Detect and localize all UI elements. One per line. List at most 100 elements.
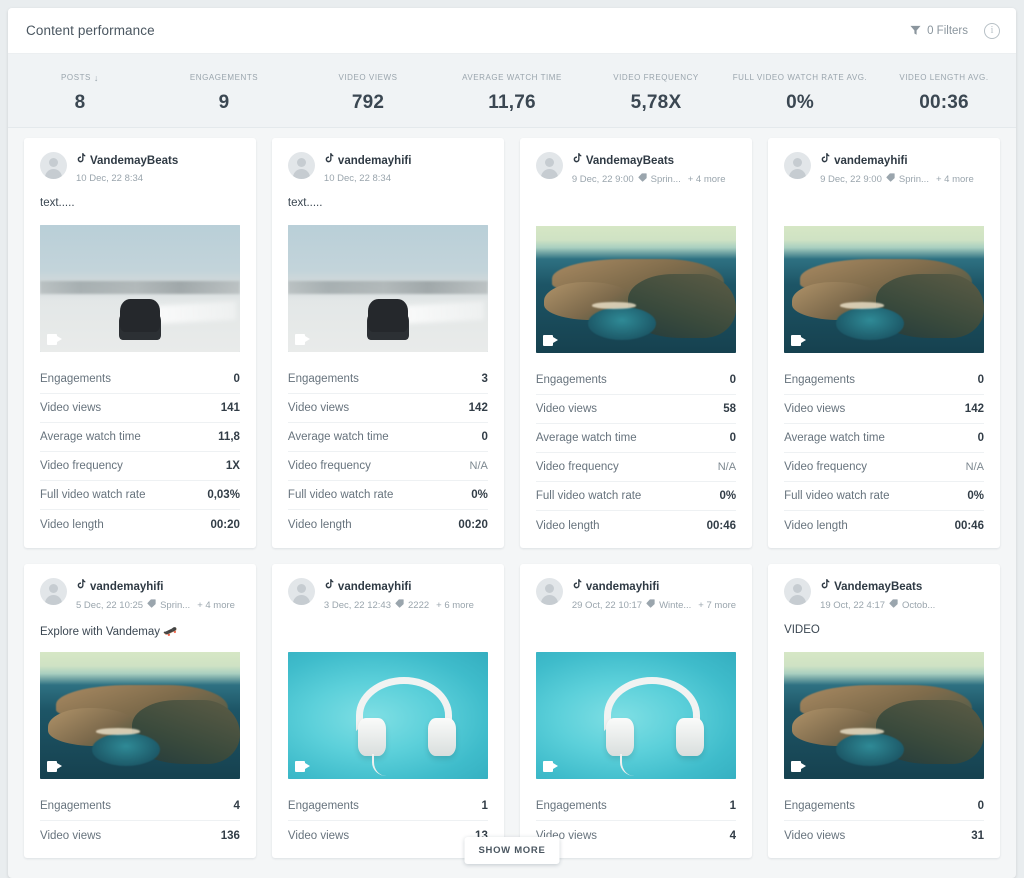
metric-row: Video views13 [288, 821, 488, 850]
video-thumbnail[interactable] [784, 652, 984, 779]
username[interactable]: VandemayBeats [834, 581, 922, 593]
content-card[interactable]: vandemayhifi10 Dec, 22 8:34text.....Enga… [272, 138, 504, 548]
username[interactable]: vandemayhifi [586, 581, 660, 593]
metric-value: 1X [226, 460, 240, 472]
more-tags-label[interactable]: + 4 more [688, 174, 726, 185]
more-tags-label[interactable]: + 6 more [436, 600, 474, 611]
metric-label: Video frequency [40, 460, 123, 472]
post-date: 29 Oct, 22 10:17 [572, 600, 642, 611]
username-row: VandemayBeats [572, 152, 736, 170]
kpi-label: VIDEO FREQUENCY [613, 73, 699, 82]
metric-row: Full video watch rate0% [784, 482, 984, 511]
metric-value: 00:20 [458, 519, 487, 531]
funnel-icon [910, 25, 921, 36]
card-header-text: vandemayhifi5 Dec, 22 10:25Sprin...+ 4 m… [76, 578, 240, 611]
video-thumbnail[interactable] [288, 652, 488, 779]
header-actions: 0 Filters i [908, 21, 1000, 41]
post-caption: text..... [40, 197, 240, 212]
more-tags-label[interactable]: + 4 more [936, 174, 974, 185]
metric-value: 0 [730, 432, 736, 444]
content-performance-panel: Content performance 0 Filters i POSTS↓8E… [8, 8, 1016, 878]
post-date: 10 Dec, 22 8:34 [324, 173, 391, 184]
video-thumbnail[interactable] [536, 226, 736, 353]
kpi-value: 5,78X [588, 92, 724, 114]
thumbnail-art [288, 652, 488, 779]
metric-label: Engagements [40, 373, 111, 385]
metric-label: Video views [784, 830, 845, 842]
metric-value: 00:46 [955, 520, 984, 532]
content-card[interactable]: VandemayBeats19 Oct, 22 4:17Octob...VIDE… [768, 564, 1000, 858]
kpi-2[interactable]: VIDEO VIEWS792 [296, 67, 440, 114]
kpi-label: FULL VIDEO WATCH RATE AVG. [733, 73, 868, 82]
metric-value: 1 [481, 800, 487, 812]
card-header-text: vandemayhifi 9 Dec, 22 9:00Sprin...+ 4 mo… [820, 152, 984, 185]
show-more-button[interactable]: SHOW MORE [465, 837, 560, 864]
video-thumbnail[interactable] [40, 225, 240, 352]
kpi-6[interactable]: VIDEO LENGTH AVG.00:36 [872, 67, 1016, 114]
card-metrics: Engagements1Video views4 [536, 792, 736, 850]
more-tags-label[interactable]: + 7 more [698, 600, 736, 611]
metric-label: Average watch time [784, 432, 885, 444]
card-metrics: Engagements1Video views13 [288, 792, 488, 850]
thumbnail-art [40, 652, 240, 779]
metric-value: 0 [730, 374, 736, 386]
username[interactable]: vandemayhifi [338, 581, 412, 593]
content-card[interactable]: VandemayBeats 10 Dec, 22 8:34 text..... Eng… [24, 138, 256, 548]
more-tags-label[interactable]: + 4 more [197, 600, 235, 611]
video-thumbnail[interactable] [536, 652, 736, 779]
video-thumbnail[interactable] [40, 652, 240, 779]
content-card[interactable]: vandemayhifi3 Dec, 22 12:432222+ 6 moreE… [272, 564, 504, 858]
content-grid: VandemayBeats 10 Dec, 22 8:34 text..... Eng… [24, 138, 1000, 858]
card-header: vandemayhifi 10 Dec, 22 8:34 [288, 152, 488, 184]
avatar [40, 578, 67, 605]
metric-value: 0% [967, 490, 984, 502]
metric-label: Engagements [288, 373, 359, 385]
video-camera-icon [543, 335, 558, 346]
thumbnail-art [40, 225, 240, 352]
metric-row: Video views142 [784, 395, 984, 424]
kpi-value: 0% [732, 92, 868, 114]
metric-row: Engagements0 [784, 792, 984, 821]
video-thumbnail[interactable] [784, 226, 984, 353]
content-card[interactable]: vandemayhifi 9 Dec, 22 9:00Sprin...+ 4 mo… [768, 138, 1000, 548]
metric-label: Video length [288, 519, 352, 531]
content-card[interactable]: vandemayhifi29 Oct, 22 10:17Winte...+ 7 … [520, 564, 752, 858]
post-meta: 9 Dec, 22 9:00Sprin...+ 4 more [820, 173, 984, 185]
kpi-strip: POSTS↓8ENGAGEMENTS9VIDEO VIEWS792AVERAGE… [8, 54, 1016, 128]
metric-value: N/A [966, 461, 984, 473]
video-thumbnail[interactable] [288, 225, 488, 352]
kpi-1[interactable]: ENGAGEMENTS9 [152, 67, 296, 114]
kpi-4[interactable]: VIDEO FREQUENCY 5,78X [584, 67, 728, 114]
metric-row: Engagements0 [536, 366, 736, 395]
username[interactable]: vandemayhifi [834, 155, 908, 167]
post-date: 3 Dec, 22 12:43 [324, 600, 391, 611]
metric-row: Video views142 [288, 394, 488, 423]
thumbnail-art [536, 652, 736, 779]
panel-header: Content performance 0 Filters i [8, 8, 1016, 54]
post-meta: 10 Dec, 22 8:34 [76, 173, 240, 184]
username[interactable]: vandemayhifi [338, 155, 412, 167]
metric-label: Engagements [536, 800, 607, 812]
username-row: VandemayBeats [76, 152, 240, 170]
kpi-3[interactable]: AVERAGE WATCH TIME11,76 [440, 67, 584, 114]
username[interactable]: VandemayBeats [586, 155, 674, 167]
username[interactable]: vandemayhifi [90, 581, 164, 593]
video-camera-icon [791, 761, 806, 772]
metric-row: Engagements 3 [288, 365, 488, 394]
kpi-0[interactable]: POSTS↓8 [8, 67, 152, 114]
username[interactable]: VandemayBeats [90, 155, 178, 167]
avatar [784, 578, 811, 605]
post-meta: 9 Dec, 22 9:00Sprin...+ 4 more [572, 173, 736, 185]
metric-label: Video views [536, 403, 597, 415]
metric-row: Video frequencyN/A [288, 452, 488, 481]
info-icon[interactable]: i [984, 23, 1000, 39]
content-card[interactable]: VandemayBeats 9 Dec, 22 9:00Sprin...+ 4 m… [520, 138, 752, 548]
post-date: 10 Dec, 22 8:34 [76, 173, 143, 184]
kpi-5[interactable]: FULL VIDEO WATCH RATE AVG. 0% [728, 67, 872, 114]
metric-value: 3 [481, 373, 487, 385]
post-meta: 10 Dec, 22 8:34 [324, 173, 488, 184]
card-header-text: vandemayhifi 10 Dec, 22 8:34 [324, 152, 488, 184]
filters-button[interactable]: 0 Filters [908, 21, 970, 41]
tiktok-icon [820, 578, 830, 596]
content-card[interactable]: vandemayhifi5 Dec, 22 10:25Sprin...+ 4 m… [24, 564, 256, 858]
